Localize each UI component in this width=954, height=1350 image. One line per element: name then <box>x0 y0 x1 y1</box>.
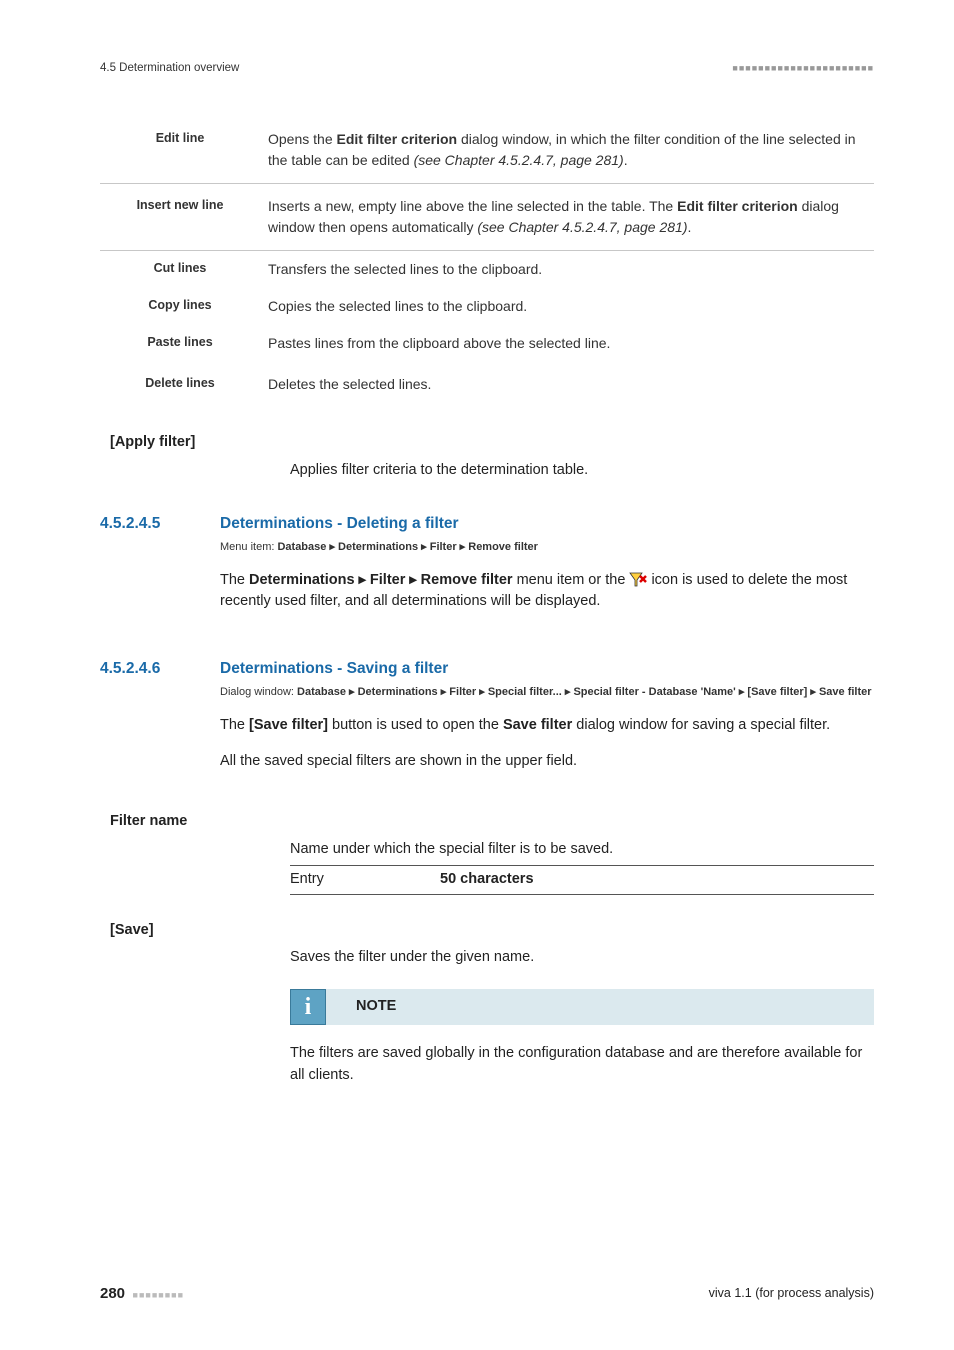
info-icon: i <box>290 989 326 1025</box>
header-dots: ■■■■■■■■■■■■■■■■■■■■■■ <box>732 62 874 76</box>
row-label: Paste lines <box>100 325 260 362</box>
row-label: Edit line <box>100 117 260 184</box>
apply-filter-label: [Apply filter] <box>110 432 874 454</box>
page-number-block: 280 ■■■■■■■■ <box>100 1283 184 1306</box>
entry-row: Entry 50 characters <box>290 865 874 895</box>
row-desc: Transfers the selected lines to the clip… <box>260 251 874 289</box>
entry-label: Entry <box>290 869 440 891</box>
section-delete-filter: 4.5.2.4.5 Determinations - Deleting a fi… <box>100 512 874 627</box>
definitions-table: Edit line Opens the Edit filter criterio… <box>100 117 874 407</box>
section-meta: Menu item: Menu item: Database ▸ Determi… <box>220 539 874 556</box>
section-text: The [Save filter] button is used to open… <box>220 715 874 737</box>
section-text: The Determinations ▸ Filter ▸ Remove fil… <box>220 570 874 614</box>
row-label: Insert new line <box>100 184 260 251</box>
footer-dots: ■■■■■■■■ <box>133 1290 185 1300</box>
note-body: The filters are saved globally in the co… <box>290 1043 874 1087</box>
save-desc: Saves the filter under the given name. <box>290 947 874 969</box>
section-meta: Dialog window: Database ▸ Determinations… <box>220 684 874 701</box>
save-label: [Save] <box>110 920 874 942</box>
entry-value: 50 characters <box>440 869 534 891</box>
note-box: i NOTE The filters are saved globally in… <box>290 989 874 1087</box>
page-number: 280 <box>100 1285 125 1302</box>
filter-name-block: Filter name Name under which the special… <box>100 811 874 894</box>
apply-filter-block: [Apply filter] Applies filter criteria t… <box>100 432 874 482</box>
section-number: 4.5.2.4.6 <box>100 657 220 786</box>
apply-filter-desc: Applies filter criteria to the determina… <box>290 460 874 482</box>
section-title: Determinations - Saving a filter <box>220 657 874 680</box>
filter-name-desc: Name under which the special filter is t… <box>290 839 874 861</box>
section-save-filter: 4.5.2.4.6 Determinations - Saving a filt… <box>100 657 874 786</box>
section-text: All the saved special filters are shown … <box>220 751 874 773</box>
page-header: 4.5 Determination overview ■■■■■■■■■■■■■… <box>100 60 874 77</box>
note-label: NOTE <box>356 996 396 1018</box>
row-label: Delete lines <box>100 362 260 407</box>
row-desc: Deletes the selected lines. <box>260 362 874 407</box>
row-desc: Opens the Edit filter criterion dialog w… <box>260 117 874 184</box>
footer-right: viva 1.1 (for process analysis) <box>709 1284 874 1303</box>
row-label: Copy lines <box>100 288 260 325</box>
section-number: 4.5.2.4.5 <box>100 512 220 627</box>
note-header: i NOTE <box>290 989 874 1025</box>
section-path: 4.5 Determination overview <box>100 60 239 77</box>
row-desc: Pastes lines from the clipboard above th… <box>260 325 874 362</box>
save-block: [Save] Saves the filter under the given … <box>100 920 874 970</box>
row-label: Cut lines <box>100 251 260 289</box>
section-title: Determinations - Deleting a filter <box>220 512 874 535</box>
page-footer: 280 ■■■■■■■■ viva 1.1 (for process analy… <box>100 1283 874 1306</box>
remove-filter-icon <box>629 572 647 588</box>
filter-name-label: Filter name <box>110 811 874 833</box>
row-desc: Inserts a new, empty line above the line… <box>260 184 874 251</box>
row-desc: Copies the selected lines to the clipboa… <box>260 288 874 325</box>
